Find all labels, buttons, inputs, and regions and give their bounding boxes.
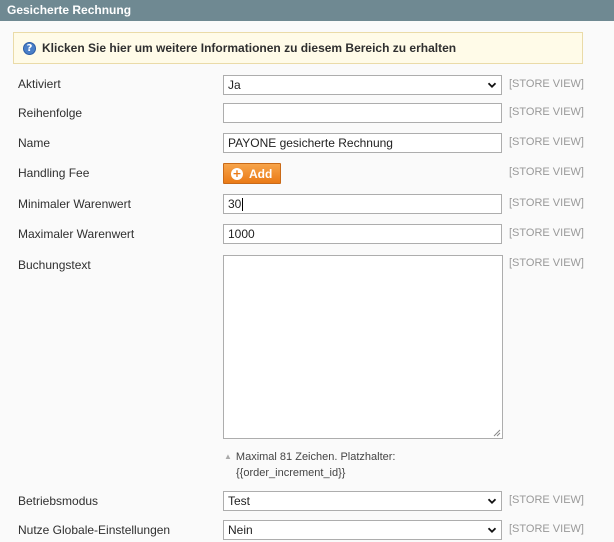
reihenfolge-input[interactable]	[223, 103, 502, 123]
info-text[interactable]: Klicken Sie hier um weitere Informatione…	[42, 41, 456, 55]
triangle-up-icon: ▲	[224, 452, 232, 461]
aktiviert-select[interactable]: Ja	[223, 75, 502, 95]
note-line-2: {{order_increment_id}}	[236, 467, 346, 479]
text-cursor	[242, 198, 244, 212]
globale-select[interactable]: Nein	[223, 520, 502, 540]
betriebsmodus-select[interactable]: Test	[223, 491, 502, 511]
scope-betriebsmodus: [STORE VIEW]	[509, 494, 584, 506]
label-reihenfolge: Reihenfolge	[18, 106, 83, 120]
info-box[interactable]: ? Klicken Sie hier um weitere Informatio…	[13, 32, 583, 64]
scope-min-warenwert: [STORE VIEW]	[509, 197, 584, 209]
scope-handling-fee: [STORE VIEW]	[509, 166, 584, 178]
name-input[interactable]: PAYONE gesicherte Rechnung	[223, 133, 502, 153]
scope-aktiviert: [STORE VIEW]	[509, 78, 584, 90]
scope-globale: [STORE VIEW]	[509, 523, 584, 535]
add-button[interactable]: + Add	[223, 163, 281, 184]
label-buchungstext: Buchungstext	[18, 258, 91, 272]
scope-name: [STORE VIEW]	[509, 136, 584, 148]
max-warenwert-input[interactable]: 1000	[223, 224, 502, 244]
scope-max-warenwert: [STORE VIEW]	[509, 227, 584, 239]
min-warenwert-value: 30	[228, 197, 242, 211]
resize-handle-icon[interactable]	[493, 429, 501, 437]
buchungstext-textarea[interactable]	[223, 255, 503, 439]
label-name: Name	[18, 136, 51, 150]
label-min-warenwert: Minimaler Warenwert	[18, 197, 131, 211]
globale-value: Nein	[228, 523, 253, 537]
min-warenwert-input[interactable]: 30	[223, 194, 502, 214]
label-handling-fee: Handling Fee	[18, 166, 90, 180]
help-icon: ?	[23, 41, 36, 55]
buchungstext-note: ▲ Maximal 81 Zeichen. Platzhalter: {{orde…	[224, 449, 396, 481]
label-max-warenwert: Maximaler Warenwert	[18, 227, 135, 241]
chevron-down-icon	[487, 82, 497, 88]
label-betriebsmodus: Betriebsmodus	[18, 494, 99, 508]
plus-icon: +	[231, 166, 243, 180]
scope-reihenfolge: [STORE VIEW]	[509, 106, 584, 118]
label-aktiviert: Aktiviert	[18, 77, 61, 91]
scope-buchungstext: [STORE VIEW]	[509, 257, 584, 269]
note-line-1: Maximal 81 Zeichen. Platzhalter:	[235, 451, 396, 463]
section-header[interactable]: Gesicherte Rechnung	[0, 0, 614, 21]
chevron-down-icon	[487, 498, 497, 504]
aktiviert-value: Ja	[228, 78, 241, 92]
betriebsmodus-value: Test	[228, 494, 251, 508]
chevron-down-icon	[487, 527, 497, 533]
add-button-label: Add	[249, 166, 273, 181]
label-globale: Nutze Globale-Einstellungen	[18, 523, 171, 537]
